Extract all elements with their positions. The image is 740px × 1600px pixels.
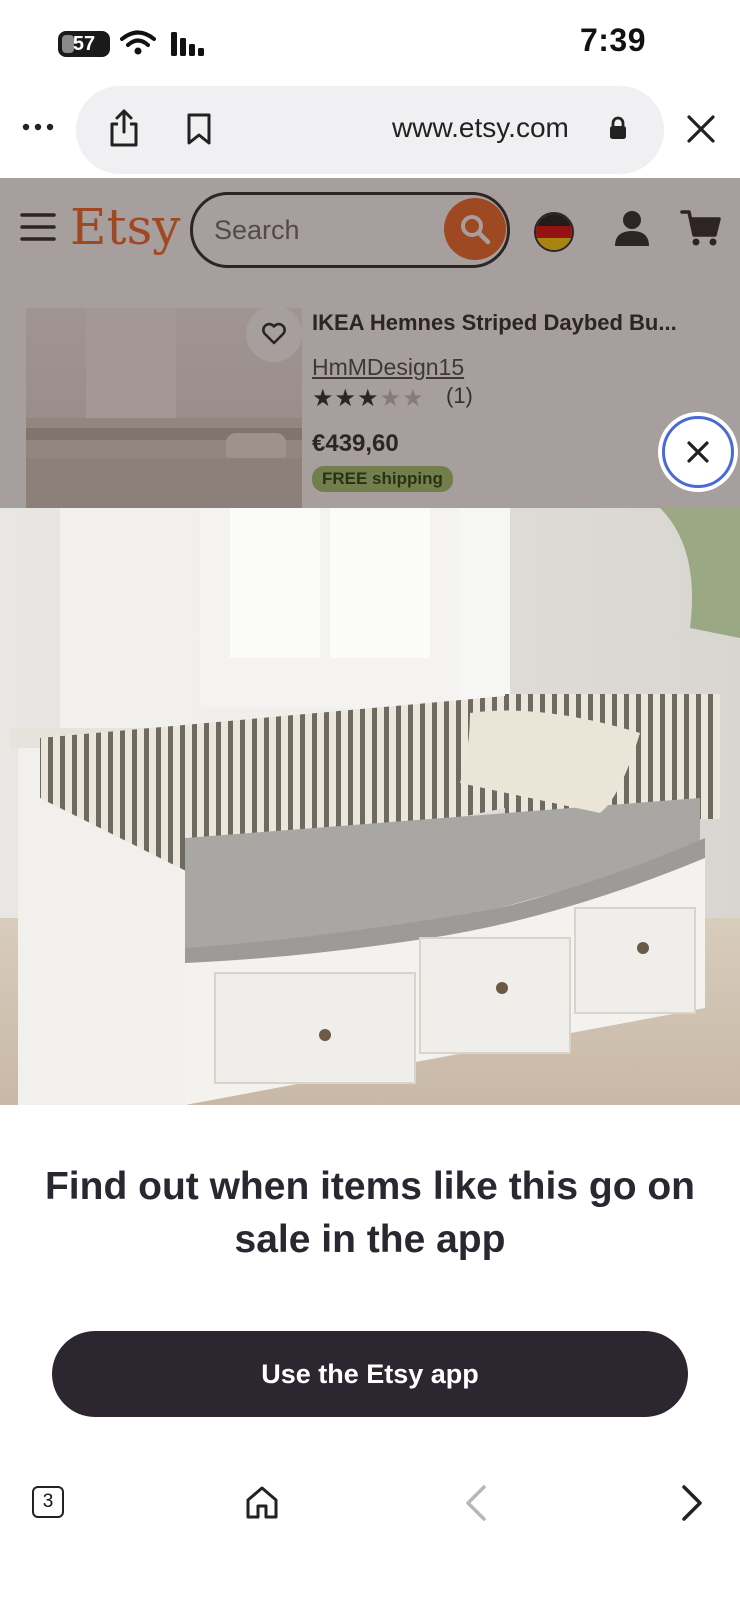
cellular-signal-icon — [171, 32, 204, 56]
wifi-icon — [120, 30, 156, 55]
close-icon — [687, 441, 709, 463]
modal-overlay[interactable] — [0, 178, 740, 508]
tabs-button[interactable]: 3 — [32, 1486, 64, 1518]
use-etsy-app-button[interactable]: Use the Etsy app — [52, 1331, 688, 1417]
clock: 7:39 — [579, 22, 646, 58]
address-bar[interactable] — [76, 86, 664, 174]
back-icon — [466, 1485, 486, 1521]
close-sheet-button[interactable] — [662, 416, 734, 488]
bookmark-icon[interactable] — [186, 112, 212, 146]
home-icon[interactable] — [244, 1484, 280, 1520]
more-options-icon[interactable] — [22, 122, 54, 132]
share-icon[interactable] — [108, 108, 140, 148]
browser-bottom-bar — [0, 1460, 740, 1600]
lock-icon — [610, 116, 626, 139]
sheet-headline: Find out when items like this go on sale… — [44, 1165, 695, 1261]
close-tab-icon[interactable] — [686, 114, 716, 144]
battery-indicator: 57 — [58, 31, 110, 57]
forward-icon[interactable] — [680, 1484, 704, 1522]
daybed-product-image — [0, 508, 740, 1105]
url-text[interactable]: www.etsy.com — [392, 112, 569, 144]
